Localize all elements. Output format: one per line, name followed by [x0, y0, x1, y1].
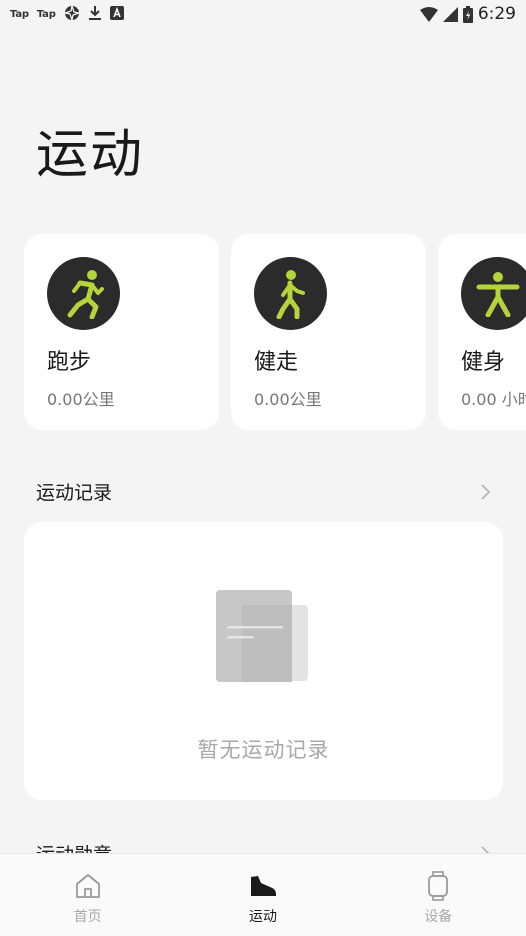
- records-title: 运动记录: [36, 482, 113, 504]
- sport-card-walking[interactable]: 健走 0.00公里: [231, 234, 426, 430]
- records-card: 暂无运动记录: [24, 522, 503, 800]
- card-name: 健身: [461, 350, 506, 375]
- nav-label: 运动: [248, 909, 277, 925]
- signal-icon: [442, 6, 458, 22]
- a-icon: [109, 5, 124, 23]
- page-title: 运动: [36, 125, 145, 185]
- nav-label: 首页: [73, 909, 102, 925]
- status-left: Tap Tap: [10, 5, 124, 24]
- empty-document-icon: [216, 590, 312, 688]
- wifi-icon: [419, 6, 438, 22]
- chevron-right-icon: [481, 483, 491, 500]
- nav-device[interactable]: 设备: [351, 854, 526, 936]
- taptap-notification-icon: Tap: [10, 8, 29, 20]
- card-name: 健走: [254, 350, 299, 375]
- walking-icon: [254, 257, 327, 330]
- bottom-nav: 首页 运动 设备: [0, 853, 526, 936]
- status-bar: Tap Tap 6:29: [0, 0, 526, 28]
- watch-icon: [423, 871, 453, 901]
- records-header[interactable]: 运动记录: [36, 478, 492, 505]
- card-name: 跑步: [47, 350, 92, 375]
- taptap-notification-icon: Tap: [36, 8, 56, 20]
- nav-sport[interactable]: 运动: [175, 854, 350, 936]
- card-value: 0.00公里: [254, 390, 322, 409]
- nav-label: 设备: [424, 909, 453, 925]
- card-value: 0.00 小时: [461, 390, 526, 409]
- sport-cards: 跑步 0.00公里 健走 0.00公里 健身 0.00 小时: [24, 234, 526, 430]
- status-right: 6:29: [419, 4, 516, 24]
- sport-card-fitness[interactable]: 健身 0.00 小时: [438, 234, 526, 430]
- download-icon: [88, 5, 102, 24]
- nav-home[interactable]: 首页: [0, 854, 175, 936]
- sneaker-icon: [248, 871, 278, 901]
- status-time: 6:29: [477, 4, 516, 24]
- running-icon: [47, 257, 120, 330]
- sport-screen: Tap Tap 6:29 运动 跑步 0.00公里 健走 0.00公里 健身 0…: [0, 0, 526, 936]
- fitness-icon: [461, 257, 526, 330]
- battery-icon: [462, 5, 473, 23]
- empty-records-text: 暂无运动记录: [197, 738, 330, 762]
- sport-card-running[interactable]: 跑步 0.00公里: [24, 234, 219, 430]
- card-value: 0.00公里: [47, 390, 115, 409]
- home-icon: [73, 871, 103, 901]
- aperture-icon: [64, 5, 80, 24]
